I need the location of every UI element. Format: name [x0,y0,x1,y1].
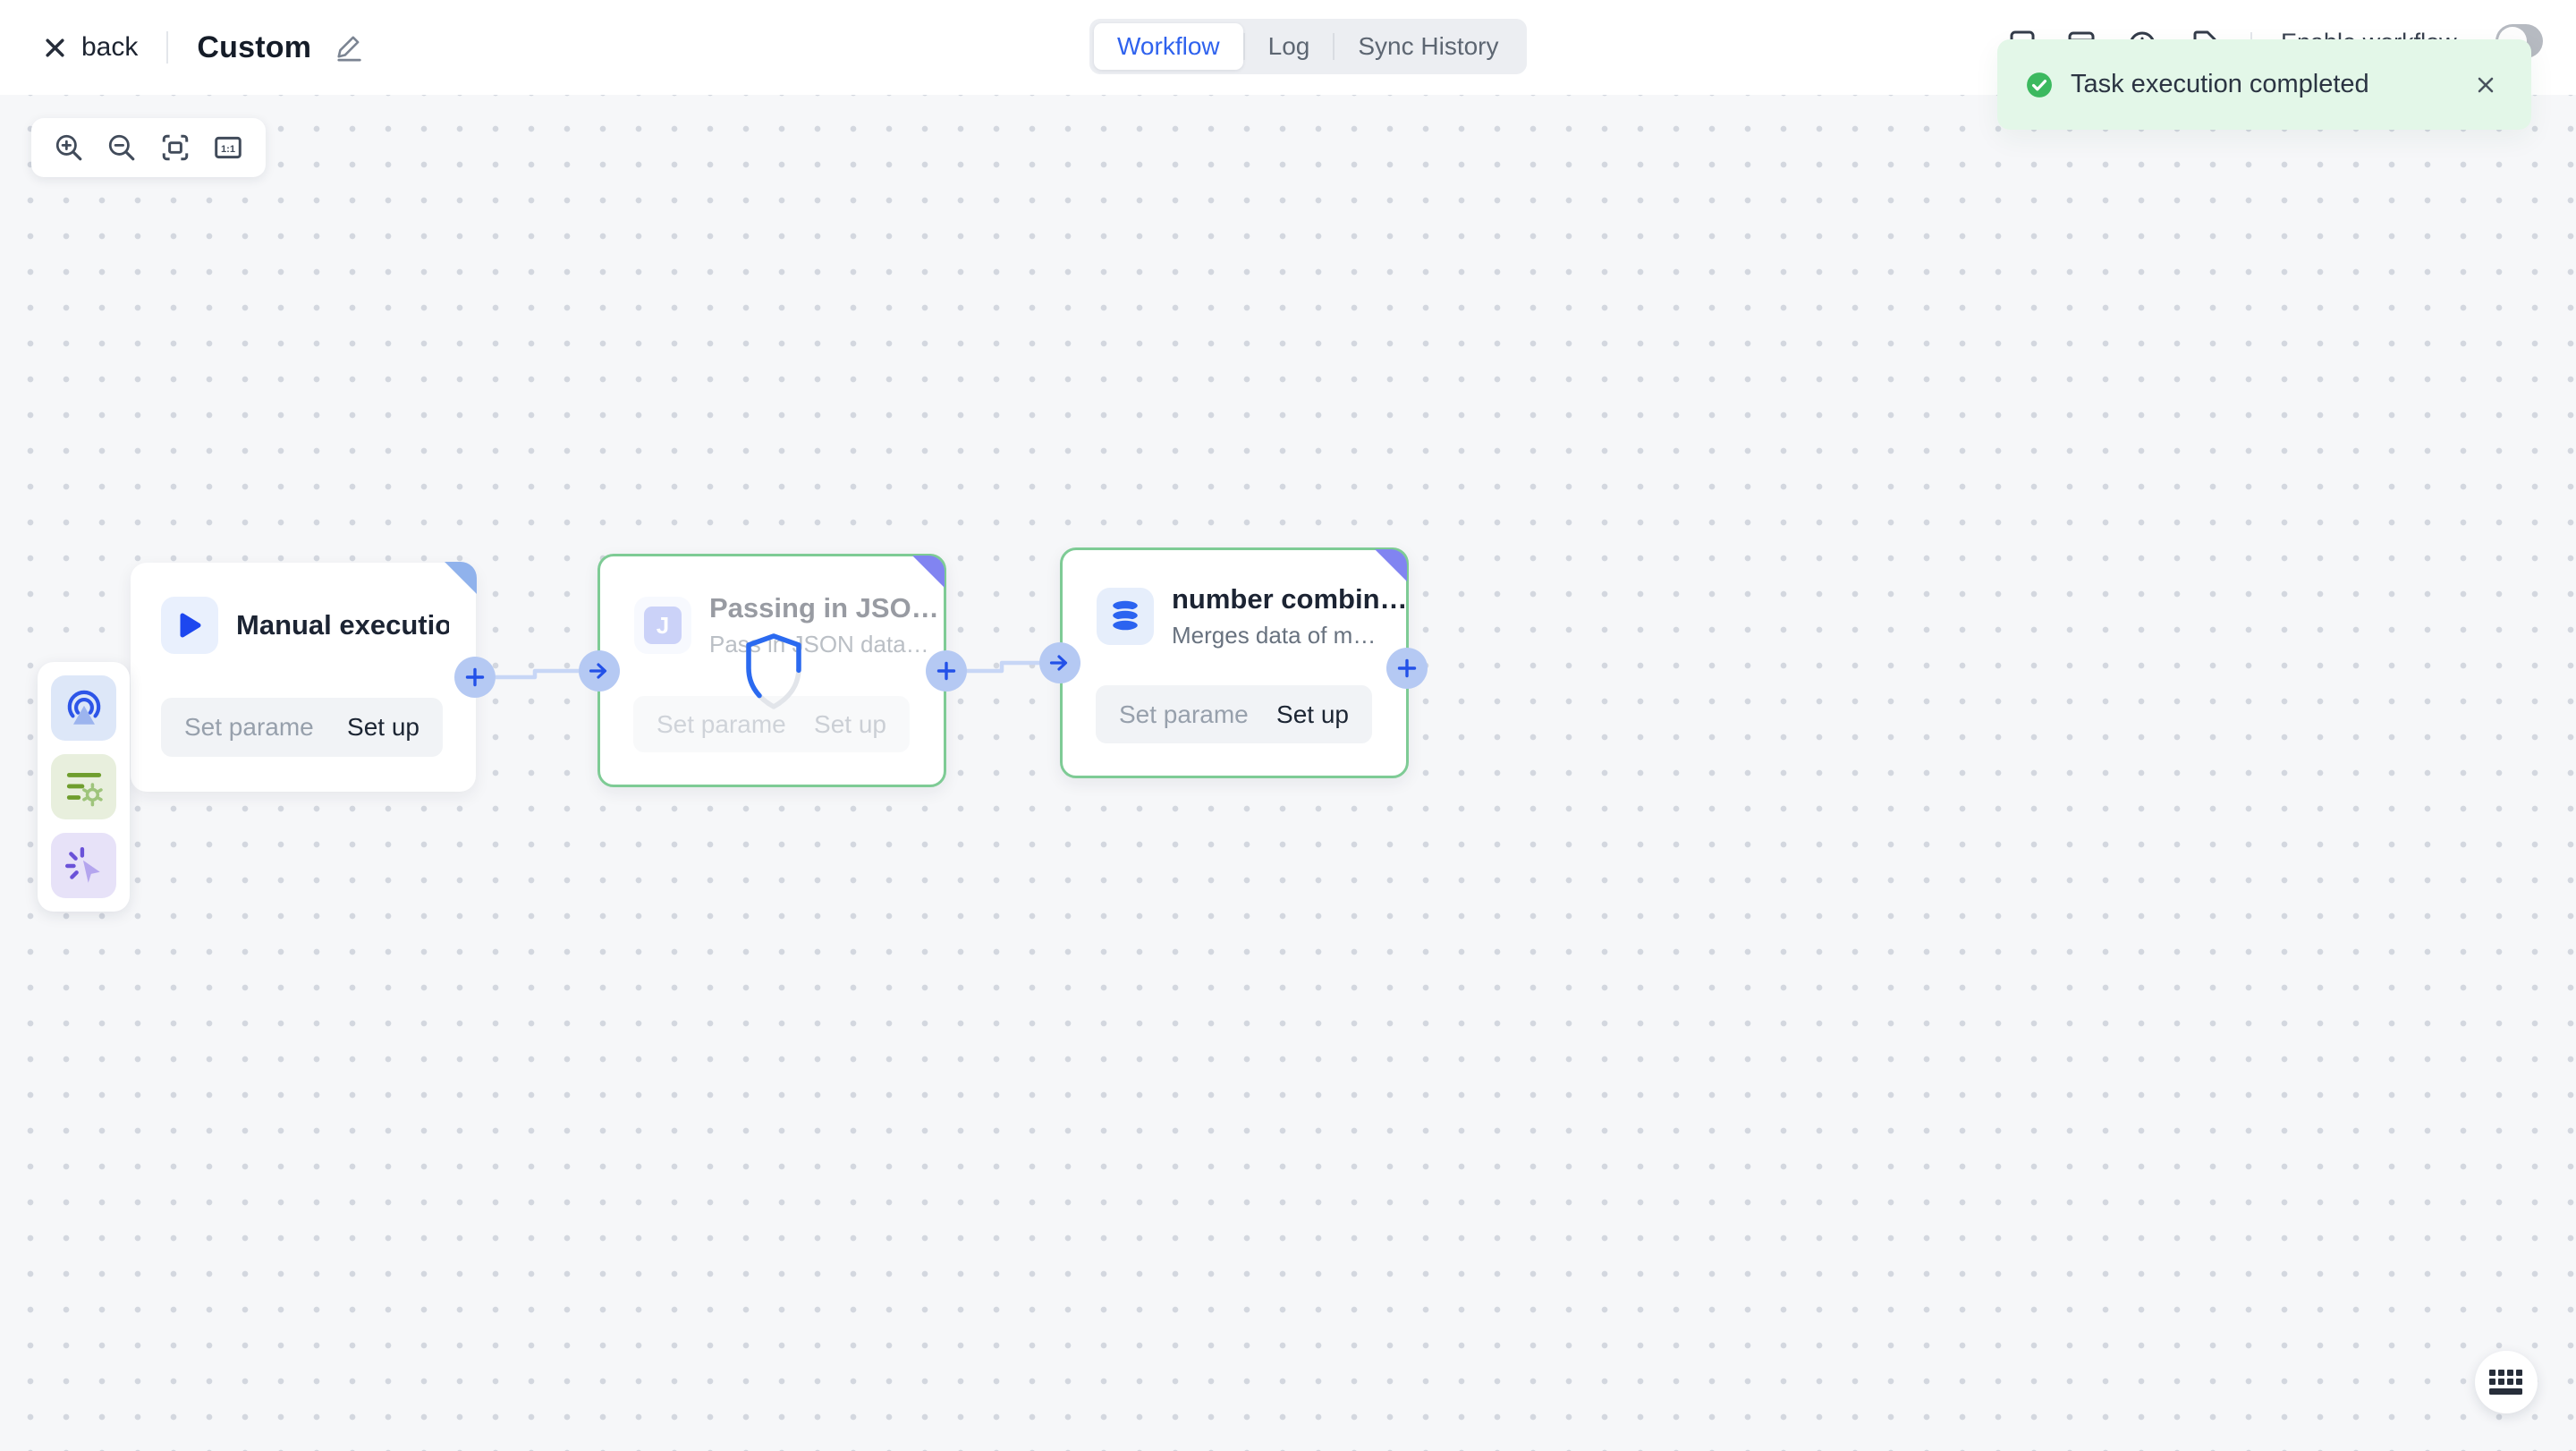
page-title: Custom [197,30,311,65]
back-button[interactable]: back [43,32,138,63]
set-up-button[interactable]: Set up [814,710,886,739]
close-icon [2476,75,2496,95]
header-divider [166,31,168,64]
node-action-bar: Set parame Set up [161,698,443,757]
json-file-icon: J [634,597,691,654]
plus-icon [936,660,957,682]
edge-json-to-combine [967,663,1039,671]
fit-view-button[interactable] [160,132,191,163]
add-next-node-port-1[interactable] [454,657,496,698]
toast-message: Task execution completed [2071,70,2472,99]
workflow-canvas[interactable]: 1:1 [0,95,2576,1451]
input-port-node-2[interactable] [579,650,620,692]
node-title: number combin… [1172,583,1408,615]
success-check-icon [2026,72,2053,98]
database-icon [1097,588,1154,645]
node-corner-fold [1375,549,1407,581]
set-parameters-button[interactable]: Set parame [184,713,314,742]
tab-sync-history[interactable]: Sync History [1335,23,1521,70]
zoom-out-icon [106,132,137,163]
actual-size-button[interactable]: 1:1 [213,132,243,163]
one-to-one-icon: 1:1 [213,132,243,163]
keyboard-icon [2489,1370,2523,1395]
action-node-button[interactable] [51,833,116,898]
plus-icon [464,666,486,688]
input-port-node-3[interactable] [1039,642,1080,683]
zoom-in-icon [54,132,84,163]
node-title: Manual execution [236,609,449,641]
trigger-node-button[interactable] [51,675,116,741]
fit-view-icon [160,132,191,163]
add-next-node-port-3[interactable] [1386,648,1428,689]
keyboard-shortcuts-button[interactable] [2475,1351,2538,1413]
pencil-icon [335,33,363,62]
close-icon [43,36,67,60]
node-number-combination[interactable]: number combin… Merges data of m… Set par… [1060,547,1409,778]
toast-close-button[interactable] [2472,72,2499,98]
play-icon [161,597,218,654]
node-corner-fold [445,562,477,594]
set-parameters-button[interactable]: Set parame [1119,700,1249,729]
node-manual-execution[interactable]: Manual execution Set parame Set up [131,563,476,792]
task-config-node-button[interactable] [51,754,116,819]
arrow-right-icon [588,660,611,682]
workflow-editor: back Custom Workflow Log Sync History [0,0,2576,1451]
zoom-in-button[interactable] [54,132,84,163]
node-action-bar: Set parame Set up [1096,685,1372,743]
plus-icon [1396,658,1418,679]
set-parameters-button[interactable]: Set parame [657,710,786,739]
add-next-node-port-2[interactable] [926,650,967,692]
tab-log[interactable]: Log [1245,23,1334,70]
arrow-right-icon [1048,652,1072,674]
node-palette [38,662,130,912]
edge-manual-to-json [496,671,579,677]
task-list-gear-icon [64,767,105,808]
canvas-zoom-toolbar: 1:1 [31,118,266,177]
node-corner-fold [912,556,945,588]
running-shield-spinner [740,631,808,713]
toast-notification: Task execution completed [1997,39,2531,130]
node-title: Passing in JSO… [709,592,939,624]
trigger-icon [64,688,105,729]
svg-text:1:1: 1:1 [221,144,235,155]
view-tabs: Workflow Log Sync History [1089,19,1527,74]
set-up-button[interactable]: Set up [1276,700,1349,729]
tab-workflow[interactable]: Workflow [1094,23,1243,70]
edit-title-button[interactable] [335,33,363,62]
back-label: back [81,32,138,63]
node-subtitle: Merges data of m… [1172,622,1408,649]
zoom-out-button[interactable] [106,132,137,163]
set-up-button[interactable]: Set up [347,713,419,742]
click-action-icon [64,845,105,887]
